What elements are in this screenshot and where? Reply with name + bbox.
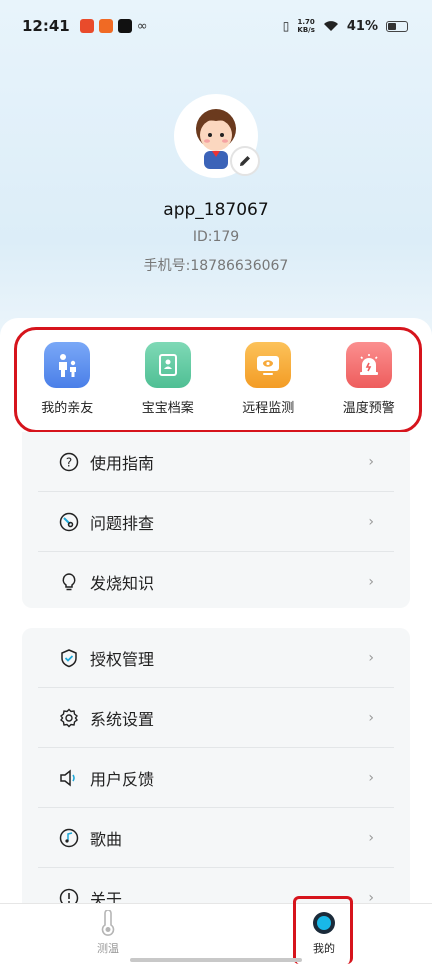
tiktok-icon [117,19,132,33]
app-notification-icon [79,19,94,33]
bulb-icon [58,571,80,593]
menu-item-guide[interactable]: ? 使用指南 › [38,432,394,492]
quick-action-baby-profile[interactable]: 宝宝档案 [120,342,216,416]
menu-group-settings: 授权管理 › 系统设置 › 用户反馈 › 歌曲 › 关于 › [22,628,410,918]
highlight-box [293,896,353,964]
help-icon: ? [58,451,80,473]
menu-item-label: 问题排查 [90,513,155,533]
tab-measure[interactable]: 测温 [78,910,138,956]
quick-action-label: 远程监测 [242,401,295,416]
quick-action-family[interactable]: 我的亲友 [19,342,115,416]
username: app_187067 [163,200,269,220]
tab-label: 测温 [97,942,119,955]
menu-item-songs[interactable]: 歌曲 › [38,808,394,868]
gear-icon [58,707,80,729]
family-icon [44,342,91,388]
chevron-right-icon: › [368,574,374,590]
chevron-right-icon: › [368,649,374,666]
chevron-right-icon: › [368,709,374,726]
vibrate-icon: ▯ [282,19,290,33]
app-notification-icon [98,19,113,33]
alarm-icon [345,342,392,388]
troubleshoot-icon [58,511,80,533]
thermometer-icon [101,910,115,936]
menu-item-fever-knowledge[interactable]: 发烧知识 › [38,552,394,612]
quick-actions: 我的亲友 宝宝档案 远程监测 温度预警 [14,327,422,433]
user-id: ID:179 [192,229,240,245]
speaker-icon [58,767,80,789]
menu-item-feedback[interactable]: 用户反馈 › [38,748,394,808]
menu-item-label: 授权管理 [90,649,155,669]
shield-icon [58,647,80,669]
home-indicator[interactable] [130,958,302,962]
chevron-right-icon: › [368,513,374,530]
chevron-right-icon: › [368,769,374,786]
net-speed: 1.70 KB/s [297,18,315,34]
battery-text: 41% [346,18,378,34]
menu-item-label: 系统设置 [90,709,155,729]
edit-avatar-button[interactable] [230,146,260,176]
quick-action-label: 宝宝档案 [141,401,194,416]
avatar-area[interactable] [174,94,260,178]
svg-text:?: ? [66,455,72,469]
monitor-icon [245,342,292,388]
chevron-right-icon: › [368,453,374,470]
phone-number: 手机号:18786636067 [143,258,289,274]
battery-icon [386,20,408,32]
quick-action-remote-monitor[interactable]: 远程监测 [220,342,316,416]
quick-action-label: 我的亲友 [41,401,94,416]
menu-item-label: 使用指南 [90,453,155,473]
quick-action-label: 温度预警 [342,401,395,416]
chevron-right-icon: › [368,829,374,846]
status-bar: 12:41 ∞ ▯ 1.70 KB/s 41% [0,0,432,52]
menu-group-help: ? 使用指南 › 问题排查 › 发烧知识 › [22,432,410,608]
link-icon: ∞ [136,18,148,34]
menu-item-authorization[interactable]: 授权管理 › [38,628,394,688]
bottom-tab-bar: 测温 我的 [0,903,432,964]
menu-item-label: 发烧知识 [90,574,155,593]
music-icon [58,827,80,849]
quick-action-temp-alert[interactable]: 温度预警 [321,342,417,416]
status-time: 12:41 [22,17,70,35]
profile-book-icon [144,342,191,388]
menu-item-system-settings[interactable]: 系统设置 › [38,688,394,748]
pencil-icon [240,156,250,166]
wifi-icon [323,21,338,31]
menu-item-label: 用户反馈 [90,769,155,789]
notification-icons: ∞ [79,18,148,34]
menu-item-label: 歌曲 [90,829,123,849]
menu-item-troubleshoot[interactable]: 问题排查 › [38,492,394,552]
